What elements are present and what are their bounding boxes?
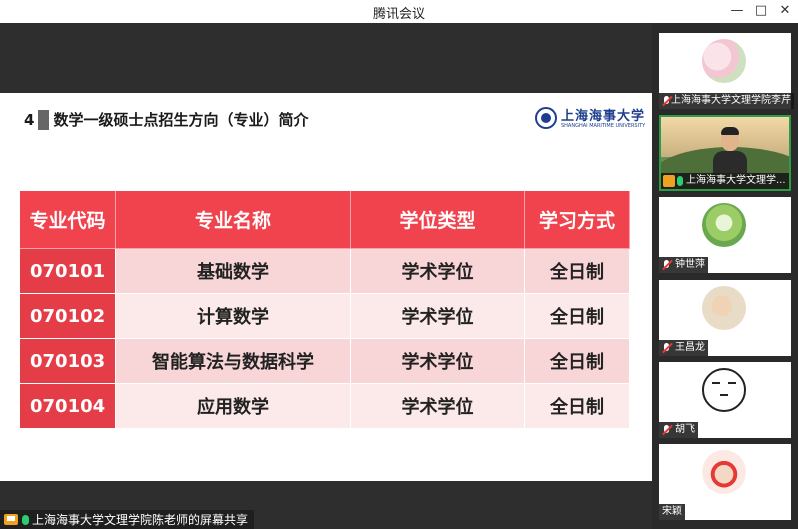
header-name: 专业名称 <box>115 191 351 249</box>
participants-panel: 上海海事大学文理学院李芹 上海海事大学文理学... 钟世萍 王昌龙 胡飞 宋颖 <box>652 23 798 529</box>
participant-tile[interactable]: 上海海事大学文理学院李芹 <box>659 33 794 109</box>
mic-muted-icon <box>661 259 673 271</box>
avatar-mouth <box>720 394 728 396</box>
participant-name: 上海海事大学文理学... <box>686 175 786 186</box>
participant-name: 宋颖 <box>662 506 682 517</box>
cell-name: 计算数学 <box>115 293 351 339</box>
participant-label: 胡飞 <box>659 422 698 438</box>
participant-label: 上海海事大学文理学... <box>661 173 789 189</box>
university-logo: 上海海事大学 SHANGHAI MARITIME UNIVERSITY <box>535 107 646 133</box>
cell-name: 智能算法与数据科学 <box>115 338 351 384</box>
cell-mode: 全日制 <box>524 248 630 294</box>
cell-code: 070102 <box>20 293 116 339</box>
screen-share-text: 上海海事大学文理学院陈老师的屏幕共享 <box>32 513 249 527</box>
logo-name-en: SHANGHAI MARITIME UNIVERSITY <box>561 123 646 129</box>
participant-tile[interactable]: 胡飞 <box>659 362 791 438</box>
window-titlebar: 腾讯会议 — □ ✕ <box>0 0 798 23</box>
university-seal-icon <box>535 107 557 129</box>
table-row: 070103 智能算法与数据科学 学术学位 全日制 <box>20 338 630 384</box>
mic-muted-icon <box>661 424 673 436</box>
table-row: 070101 基础数学 学术学位 全日制 <box>20 248 630 294</box>
header-code: 专业代码 <box>20 191 116 249</box>
flower-avatar <box>702 39 746 83</box>
participant-name: 上海海事大学文理学院李芹 <box>671 95 791 106</box>
participant-tile[interactable]: 宋颖 <box>659 444 791 520</box>
participant-label: 上海海事大学文理学院李芹 <box>659 93 794 109</box>
mic-muted-icon <box>661 95 669 107</box>
cell-name: 应用数学 <box>115 383 351 429</box>
window-title: 腾讯会议 <box>372 7 425 22</box>
heading-number: 4 <box>24 110 35 129</box>
participant-label: 宋颖 <box>659 504 685 520</box>
person-body <box>713 151 747 173</box>
table-row: 070104 应用数学 学术学位 全日制 <box>20 383 630 429</box>
participant-label: 王昌龙 <box>659 340 708 356</box>
cell-mode: 全日制 <box>524 293 630 339</box>
table-header-row: 专业代码 专业名称 学位类型 学习方式 <box>20 191 630 249</box>
participant-name: 胡飞 <box>675 424 695 435</box>
globe-avatar <box>702 203 746 247</box>
cell-code: 070101 <box>20 248 116 294</box>
face-avatar <box>702 368 746 412</box>
majors-table: 专业代码 专业名称 学位类型 学习方式 070101 基础数学 学术学位 全日制… <box>20 191 630 429</box>
participant-tile[interactable]: 钟世萍 <box>659 197 791 273</box>
cell-code: 070103 <box>20 338 116 384</box>
cell-degree: 学术学位 <box>350 383 525 429</box>
mic-muted-icon <box>661 342 673 354</box>
child-avatar <box>702 286 746 330</box>
video-person <box>713 127 747 173</box>
mic-on-icon <box>677 176 683 186</box>
girl-avatar <box>702 450 746 494</box>
participant-label: 钟世萍 <box>659 257 708 273</box>
avatar-eye <box>712 382 720 384</box>
screen-share-label: 上海海事大学文理学院陈老师的屏幕共享 <box>0 510 255 529</box>
presentation-slide: 4 数学一级硕士点招生方向（专业）简介 上海海事大学 SHANGHAI MARI… <box>0 93 652 481</box>
person-hair <box>721 127 739 135</box>
participant-name: 王昌龙 <box>675 342 705 353</box>
heading-marker <box>38 109 50 130</box>
slide-heading: 4 数学一级硕士点招生方向（专业）简介 <box>24 109 308 130</box>
maximize-icon[interactable]: □ <box>751 2 771 20</box>
logo-name-cn: 上海海事大学 <box>561 109 646 124</box>
participant-video-tile[interactable]: 上海海事大学文理学... <box>659 115 791 191</box>
header-mode: 学习方式 <box>524 191 630 249</box>
cell-name: 基础数学 <box>115 248 351 294</box>
screen-share-icon <box>4 514 18 525</box>
cell-degree: 学术学位 <box>350 248 525 294</box>
avatar-eye <box>728 382 736 384</box>
cell-degree: 学术学位 <box>350 293 525 339</box>
cell-code: 070104 <box>20 383 116 429</box>
mic-on-icon <box>22 514 29 525</box>
participant-name: 钟世萍 <box>675 259 705 270</box>
participant-tile[interactable]: 王昌龙 <box>659 280 791 356</box>
cell-degree: 学术学位 <box>350 338 525 384</box>
close-icon[interactable]: ✕ <box>775 2 795 20</box>
camera-icon <box>663 175 675 187</box>
table-row: 070102 计算数学 学术学位 全日制 <box>20 293 630 339</box>
shared-screen-area: 4 数学一级硕士点招生方向（专业）简介 上海海事大学 SHANGHAI MARI… <box>0 23 652 529</box>
cell-mode: 全日制 <box>524 338 630 384</box>
cell-mode: 全日制 <box>524 383 630 429</box>
minimize-icon[interactable]: — <box>727 2 747 20</box>
header-degree: 学位类型 <box>350 191 525 249</box>
heading-text: 数学一级硕士点招生方向（专业）简介 <box>53 111 309 129</box>
